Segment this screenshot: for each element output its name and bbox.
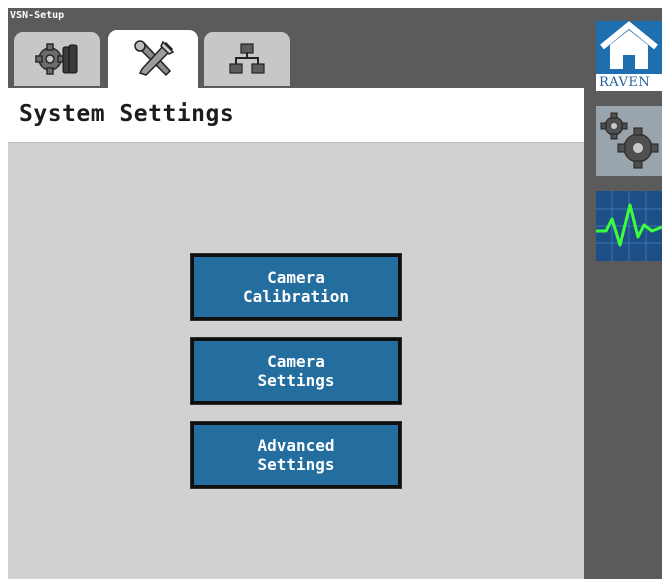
tools-icon <box>134 40 175 77</box>
camera-settings-label-line2: Settings <box>257 371 335 390</box>
home-icon <box>600 21 658 69</box>
content-area: System Settings Camera Calibration Camer… <box>8 88 584 579</box>
camera-calibration-button[interactable]: Camera Calibration <box>190 253 402 321</box>
tab-diagnostics[interactable] <box>14 32 100 86</box>
advanced-settings-label-line2: Settings <box>257 455 335 474</box>
app-title: VSN-Setup <box>10 10 65 21</box>
home-button[interactable]: RAVEN <box>596 21 662 91</box>
app-window: VSN-Setup System Settings Camera Calibra… <box>8 8 662 579</box>
raven-brand-label: RAVEN <box>596 74 662 91</box>
gears-icon <box>596 106 662 176</box>
camera-calibration-label-line2: Calibration <box>243 287 349 306</box>
camera-calibration-label-line1: Camera <box>267 268 325 287</box>
gear-wrench-icon <box>35 43 78 75</box>
sidebar: RAVEN <box>584 8 662 579</box>
waveform-icon <box>596 191 662 261</box>
tab-network[interactable] <box>204 32 290 86</box>
advanced-settings-button[interactable]: Advanced Settings <box>190 421 402 489</box>
advanced-settings-label-line1: Advanced <box>257 436 335 455</box>
camera-settings-button[interactable]: Camera Settings <box>190 337 402 405</box>
diagnostics-button[interactable] <box>596 191 662 261</box>
tab-system-settings[interactable] <box>108 30 198 88</box>
settings-button[interactable] <box>596 106 662 176</box>
page-header: System Settings <box>8 88 584 143</box>
camera-settings-label-line1: Camera <box>267 352 325 371</box>
page-title: System Settings <box>19 101 235 127</box>
network-icon <box>229 43 265 74</box>
